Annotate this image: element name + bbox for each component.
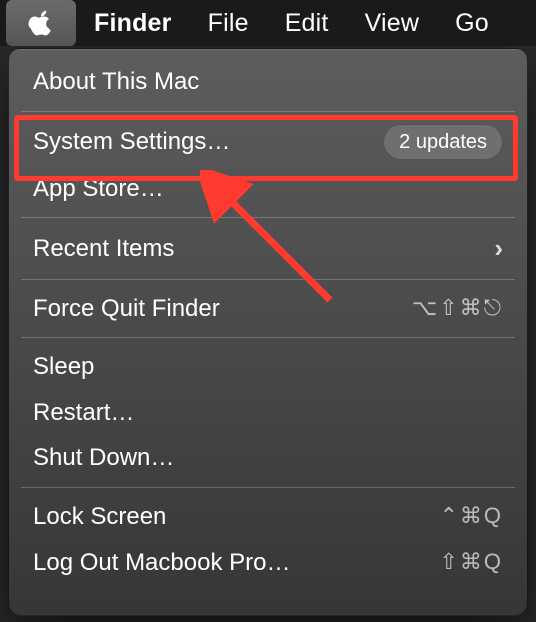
menu-separator (21, 279, 515, 280)
menu-item-label: Force Quit Finder (33, 292, 412, 326)
updates-badge: 2 updates (383, 124, 503, 160)
menu-separator (21, 217, 515, 218)
menu-app-name[interactable]: Finder (76, 0, 190, 46)
menu-item-label: Shut Down… (33, 441, 503, 475)
menu-edit[interactable]: Edit (267, 0, 347, 46)
menu-restart[interactable]: Restart… (9, 390, 527, 436)
menu-recent-items[interactable]: Recent Items › (9, 224, 527, 272)
menu-item-label: App Store… (33, 172, 503, 206)
menu-go[interactable]: Go (437, 0, 507, 46)
menu-bar: Finder File Edit View Go (0, 0, 536, 46)
menu-log-out[interactable]: Log Out Macbook Pro… ⇧⌘Q (9, 540, 527, 586)
menu-item-label: Recent Items (33, 232, 494, 266)
chevron-right-icon: › (494, 230, 503, 266)
menu-item-label: Restart… (33, 396, 503, 430)
menu-view[interactable]: View (347, 0, 438, 46)
apple-menu-dropdown: About This Mac System Settings… 2 update… (8, 48, 528, 616)
menu-separator (21, 337, 515, 338)
menu-item-label: Log Out Macbook Pro… (33, 546, 439, 580)
menu-shut-down[interactable]: Shut Down… (9, 435, 527, 481)
menu-item-label: Sleep (33, 350, 503, 384)
menu-force-quit[interactable]: Force Quit Finder ⌥⇧⌘⎋ (9, 286, 527, 332)
menu-system-settings[interactable]: System Settings… 2 updates (9, 118, 527, 166)
keyboard-shortcut: ⌃⌘Q (439, 501, 503, 532)
menu-separator (21, 487, 515, 488)
keyboard-shortcut: ⌥⇧⌘⎋ (412, 293, 503, 324)
menu-item-label: About This Mac (33, 65, 503, 99)
menu-separator (21, 111, 515, 112)
menu-item-label: Lock Screen (33, 500, 439, 534)
menu-file[interactable]: File (190, 0, 267, 46)
menu-app-store[interactable]: App Store… (9, 166, 527, 212)
keyboard-shortcut: ⇧⌘Q (439, 547, 503, 578)
menu-item-label: System Settings… (33, 125, 383, 159)
apple-menu-button[interactable] (6, 0, 76, 46)
apple-logo-icon (28, 10, 54, 36)
menu-about-this-mac[interactable]: About This Mac (9, 59, 527, 105)
menu-lock-screen[interactable]: Lock Screen ⌃⌘Q (9, 494, 527, 540)
menu-sleep[interactable]: Sleep (9, 344, 527, 390)
